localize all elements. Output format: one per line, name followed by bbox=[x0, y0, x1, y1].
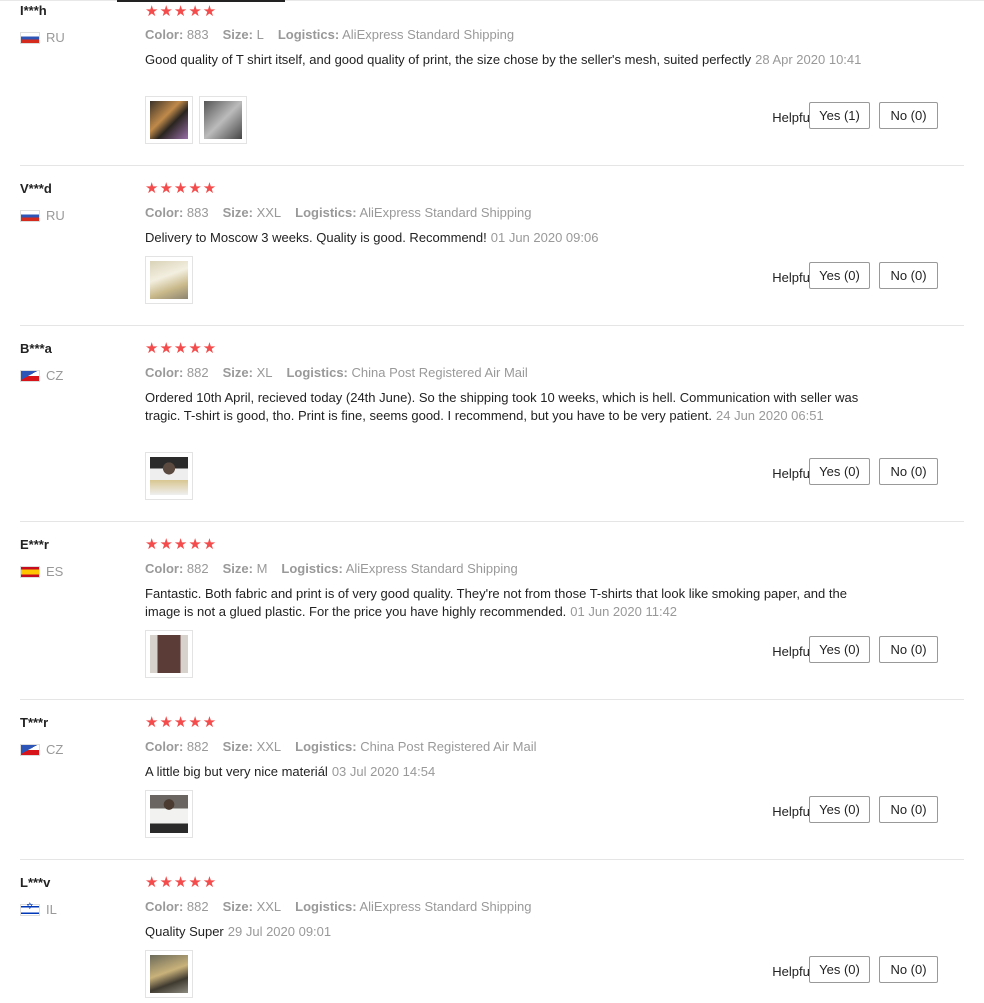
order-info: Color: 882 Size: XXL Logistics: AliExpress… bbox=[145, 899, 532, 914]
flag-cz-icon bbox=[20, 369, 40, 382]
flag-cz-icon bbox=[20, 743, 40, 756]
review-text: A little big but very nice materiál 03 Ju… bbox=[145, 764, 436, 779]
review-item: I***h RU ★★★★★ Color: 883 Size: L Logistic… bbox=[0, 0, 964, 166]
country-code: RU bbox=[46, 208, 65, 223]
review-date: 28 Apr 2020 10:41 bbox=[755, 52, 862, 67]
review-date: 24 Jun 2020 06:51 bbox=[716, 408, 824, 423]
review-photo-thumbnail[interactable] bbox=[145, 452, 193, 500]
review-photo-thumbnail[interactable] bbox=[199, 96, 247, 144]
logistics-value: AliExpress Standard Shipping bbox=[342, 27, 515, 42]
flag-es-icon bbox=[20, 565, 40, 578]
order-info: Color: 883 Size: XXL Logistics: AliExpress… bbox=[145, 205, 532, 220]
review-item: T***r CZ ★★★★★ Color: 882 Size: XXL Logist… bbox=[0, 700, 964, 860]
helpful-yes-button[interactable]: Yes (0) bbox=[809, 636, 870, 663]
review-photo-thumbnail[interactable] bbox=[145, 96, 193, 144]
reviewer-country: RU bbox=[20, 30, 65, 45]
review-item: L***v IL ★★★★★ Color: 882Size: XXLLogist… bbox=[0, 860, 964, 1003]
star-rating: ★★★★★ bbox=[145, 713, 218, 731]
flag-ru-icon bbox=[20, 31, 40, 44]
logistics-value: AliExpress Standard Shipping bbox=[359, 205, 532, 220]
helpful-no-button[interactable]: No (0) bbox=[879, 458, 938, 485]
country-code: ES bbox=[46, 564, 64, 579]
reviewer-name: I***h bbox=[20, 3, 47, 18]
helpful-yes-button[interactable]: Yes (0) bbox=[809, 956, 870, 983]
review-photos bbox=[145, 96, 247, 144]
color-value: 883 bbox=[186, 205, 209, 220]
helpful-yes-button[interactable]: Yes (0) bbox=[809, 796, 870, 823]
color-value: 882 bbox=[186, 739, 209, 754]
logistics-value: AliExpress Standard Shipping bbox=[345, 561, 518, 576]
size-value: XL bbox=[256, 365, 273, 380]
review-text: Fantastic. Both fabric and print is of v… bbox=[145, 586, 847, 619]
review-text: Ordered 10th April, recieved today (24th… bbox=[145, 390, 859, 423]
review-text: Quality Super 29 Jul 2020 09:01 bbox=[145, 924, 332, 939]
size-value: XXL bbox=[256, 899, 282, 914]
star-rating: ★★★★★ bbox=[145, 2, 218, 20]
helpful-yes-button[interactable]: Yes (0) bbox=[809, 458, 870, 485]
review-photo-thumbnail[interactable] bbox=[145, 630, 193, 678]
reviewer-country: CZ bbox=[20, 368, 63, 383]
review-item: V***d RU ★★★★★ Color: 883 Size: XXL Logist… bbox=[0, 166, 964, 326]
order-info: Color: 882 Size: M Logistics: AliExpress S… bbox=[145, 561, 518, 576]
helpful-no-button[interactable]: No (0) bbox=[879, 262, 938, 289]
helpful-no-button[interactable]: No (0) bbox=[879, 636, 938, 663]
review-photos bbox=[145, 790, 193, 838]
review-date: 01 Jun 2020 11:42 bbox=[570, 604, 678, 619]
star-rating: ★★★★★ bbox=[145, 179, 218, 197]
star-rating: ★★★★★ bbox=[145, 339, 218, 357]
review-photos bbox=[145, 452, 193, 500]
reviewer-name: V***d bbox=[20, 181, 52, 196]
review-photos bbox=[145, 950, 193, 998]
country-code: IL bbox=[46, 902, 57, 917]
reviewer-country: IL bbox=[20, 902, 57, 917]
review-photo-thumbnail[interactable] bbox=[145, 256, 193, 304]
helpful-no-button[interactable]: No (0) bbox=[879, 102, 938, 129]
helpful-no-button[interactable]: No (0) bbox=[879, 956, 938, 983]
star-rating: ★★★★★ bbox=[145, 873, 218, 891]
review-photos bbox=[145, 256, 193, 304]
review-photo-thumbnail[interactable] bbox=[145, 950, 193, 998]
order-info: Color: 882 Size: XXL Logistics: China Post… bbox=[145, 739, 537, 754]
color-value: 882 bbox=[186, 561, 209, 576]
logistics-value: China Post Registered Air Mail bbox=[351, 365, 528, 380]
size-value: L bbox=[256, 27, 264, 42]
reviewer-name: L***v bbox=[20, 875, 51, 890]
country-code: CZ bbox=[46, 742, 64, 757]
reviewer-country: RU bbox=[20, 208, 65, 223]
review-photos bbox=[145, 630, 193, 678]
order-info: Color: 883 Size: L Logistics: AliExpress S… bbox=[145, 27, 515, 42]
size-value: M bbox=[256, 561, 268, 576]
size-value: XXL bbox=[256, 739, 282, 754]
color-value: 882 bbox=[186, 365, 209, 380]
logistics-value: AliExpress Standard Shipping bbox=[359, 899, 532, 914]
order-info: Color: 882 Size: XL Logistics: China Post … bbox=[145, 365, 528, 380]
review-text: Good quality of T shirt itself, and good… bbox=[145, 52, 862, 67]
reviewer-name: E***r bbox=[20, 537, 49, 552]
review-text: Delivery to Moscow 3 weeks. Quality is g… bbox=[145, 230, 599, 245]
helpful-yes-button[interactable]: Yes (0) bbox=[809, 262, 870, 289]
logistics-value: China Post Registered Air Mail bbox=[360, 739, 537, 754]
review-date: 01 Jun 2020 09:06 bbox=[490, 230, 599, 245]
country-code: RU bbox=[46, 30, 65, 45]
review-item: E***r ES ★★★★★ Color: 882 Size: M Logistic… bbox=[0, 522, 964, 700]
flag-ru-icon bbox=[20, 209, 40, 222]
helpful-no-button[interactable]: No (0) bbox=[879, 796, 938, 823]
country-code: CZ bbox=[46, 368, 64, 383]
size-value: XXL bbox=[256, 205, 282, 220]
color-value: 882 bbox=[186, 899, 209, 914]
reviewer-country: ES bbox=[20, 564, 63, 579]
review-photo-thumbnail[interactable] bbox=[145, 790, 193, 838]
star-rating: ★★★★★ bbox=[145, 535, 218, 553]
review-item: B***a CZ ★★★★★ Color: 882 Size: XL Logisti… bbox=[0, 326, 964, 522]
reviewer-name: T***r bbox=[20, 715, 49, 730]
flag-il-icon bbox=[20, 902, 40, 916]
review-date: 03 Jul 2020 14:54 bbox=[331, 764, 436, 779]
reviewer-name: B***a bbox=[20, 341, 52, 356]
helpful-yes-button[interactable]: Yes (1) bbox=[809, 102, 870, 129]
review-date: 29 Jul 2020 09:01 bbox=[227, 924, 332, 939]
reviewer-country: CZ bbox=[20, 742, 63, 757]
color-value: 883 bbox=[186, 27, 209, 42]
